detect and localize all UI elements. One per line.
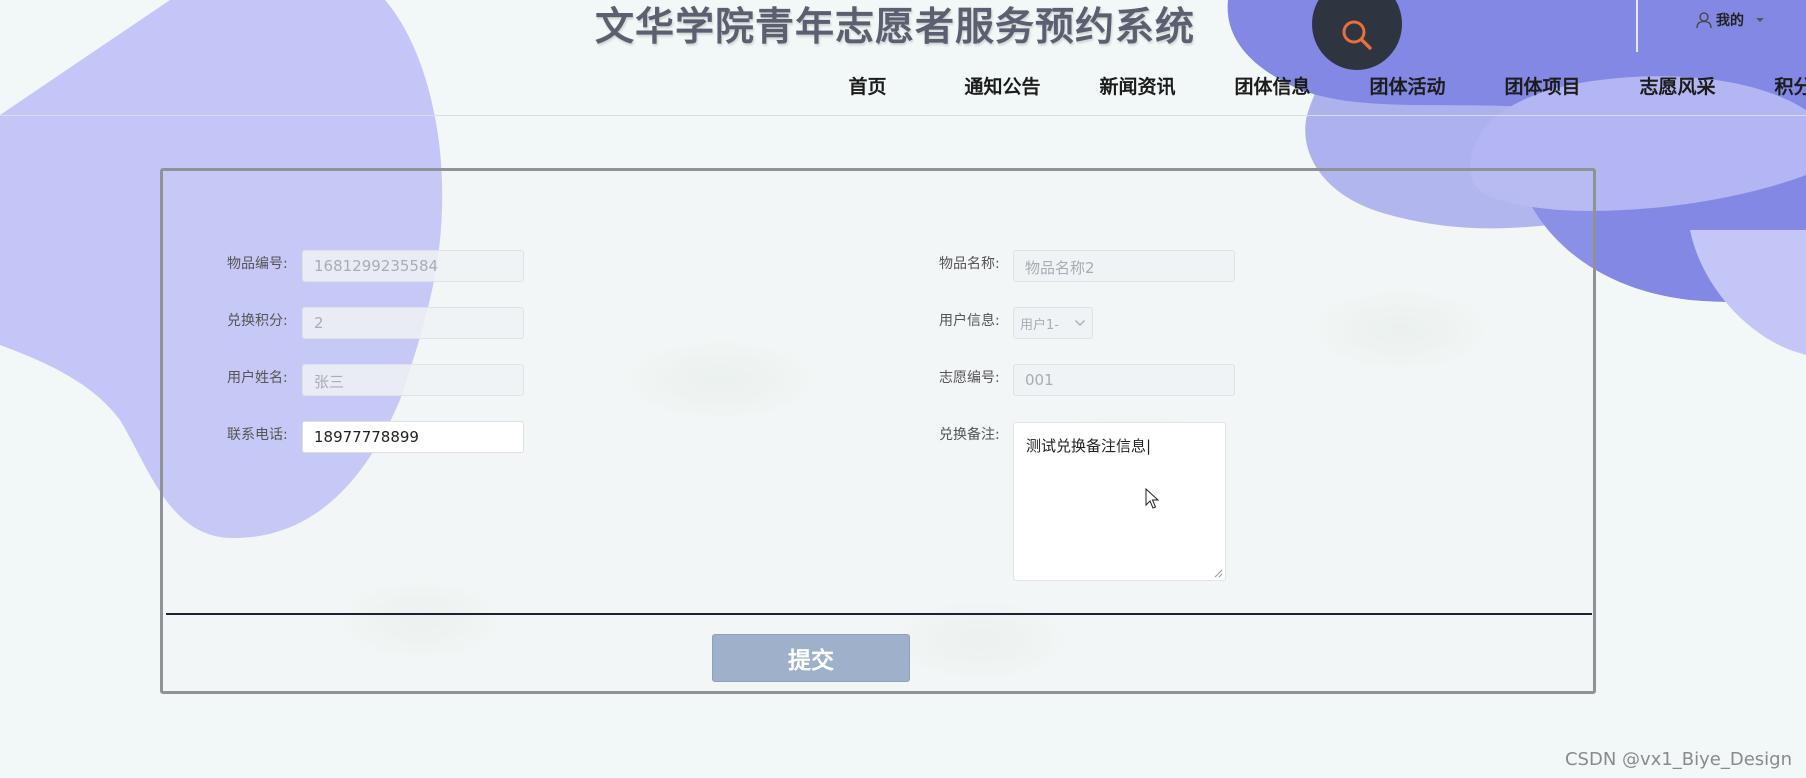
- submit-button[interactable]: 提交: [712, 634, 910, 682]
- volunteer-no-field[interactable]: 001: [1013, 364, 1235, 396]
- nav-group-activities[interactable]: 团体活动: [1340, 72, 1475, 99]
- user-name-field[interactable]: 张三: [302, 364, 524, 396]
- phone-input[interactable]: 18977778899: [302, 421, 524, 453]
- points-label: 兑换积分:: [227, 313, 288, 329]
- mouse-cursor-icon: [1145, 488, 1160, 509]
- item-no-label: 物品编号:: [227, 256, 288, 272]
- remark-label: 兑换备注:: [939, 427, 1000, 443]
- user-info-label: 用户信息:: [939, 313, 1000, 329]
- remark-text: 测试兑换备注信息|: [1026, 437, 1152, 455]
- main-nav: 首页 通知公告 新闻资讯 团体信息 团体活动 团体项目 志愿风采 积分兑换: [800, 72, 1806, 99]
- header-separator: [1636, 0, 1638, 52]
- user-menu-label: 我的: [1716, 13, 1744, 29]
- phone-label: 联系电话:: [227, 427, 288, 443]
- app-title: 文华学院青年志愿者服务预约系统: [594, 5, 1195, 50]
- user-name-label: 用户姓名:: [227, 370, 288, 386]
- points-field[interactable]: 2: [302, 307, 524, 339]
- search-icon: [1342, 20, 1372, 50]
- nav-group-projects[interactable]: 团体项目: [1475, 72, 1610, 99]
- search-button[interactable]: [1312, 0, 1402, 70]
- item-name-label: 物品名称:: [939, 256, 1000, 272]
- user-info-select[interactable]: 用户1-: [1013, 307, 1093, 339]
- remark-textarea[interactable]: 测试兑换备注信息|: [1013, 422, 1226, 581]
- nav-news[interactable]: 新闻资讯: [1070, 72, 1205, 99]
- user-icon: [1696, 11, 1712, 28]
- watermark: CSDN @vx1_Biye_Design: [1564, 749, 1792, 770]
- user-menu[interactable]: 我的: [1696, 10, 1766, 30]
- resize-grip-icon[interactable]: [1213, 568, 1223, 578]
- nav-home[interactable]: 首页: [800, 72, 935, 99]
- volunteer-no-label: 志愿编号:: [939, 370, 1000, 386]
- form-divider: [166, 613, 1592, 615]
- chevron-down-icon: [1075, 320, 1085, 326]
- header-divider: [0, 115, 1806, 116]
- caret-down-icon: [1756, 18, 1764, 22]
- item-name-field[interactable]: 物品名称2: [1013, 250, 1235, 282]
- nav-points-exchange[interactable]: 积分兑换: [1745, 72, 1806, 99]
- nav-groups[interactable]: 团体信息: [1205, 72, 1340, 99]
- nav-volunteer-gallery[interactable]: 志愿风采: [1610, 72, 1745, 99]
- item-no-field[interactable]: 1681299235584: [302, 250, 524, 282]
- nav-notices[interactable]: 通知公告: [935, 72, 1070, 99]
- user-info-value: 用户1-: [1020, 317, 1059, 333]
